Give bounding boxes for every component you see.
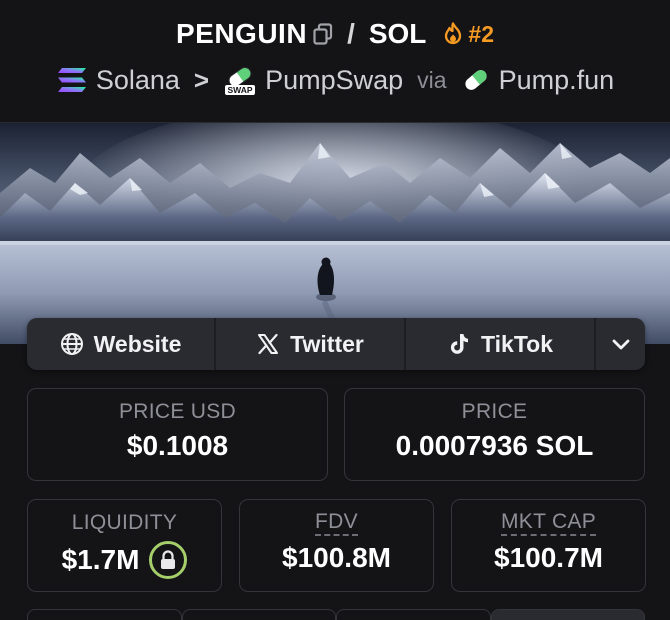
liquidity-card: LIQUIDITY $1.7M [27,499,222,592]
svg-text:SWAP: SWAP [228,85,253,95]
tiktok-icon [450,334,468,354]
pair-header: PENGUIN / SOL #2 Solana > SWAP PumpSwap … [0,0,670,122]
timeframe-tab[interactable] [181,609,336,620]
dex-name[interactable]: PumpSwap [265,65,403,96]
price-native-value: 0.0007936 SOL [395,430,594,461]
via-label: via [417,66,447,93]
price-native-label: PRICE [461,400,528,423]
trending-rank-badge[interactable]: #2 [442,21,494,48]
more-links-button[interactable] [596,318,645,370]
pair-title-row: PENGUIN / SOL #2 [0,18,670,50]
fdv-value: $100.8M [282,542,391,574]
flame-icon [445,22,462,45]
market-cap-card[interactable]: MKT CAP $100.7M [451,499,646,592]
liquidity-value: $1.7M [61,544,140,575]
price-native-card: PRICE 0.0007936 SOL [344,388,645,481]
chain-name[interactable]: Solana [96,65,180,96]
tiktok-label: TikTok [481,330,553,357]
market-cap-value: $100.7M [494,542,603,574]
fdv-card[interactable]: FDV $100.8M [239,499,434,592]
twitter-button[interactable]: Twitter [216,318,406,370]
twitter-label: Twitter [290,330,364,357]
timeframe-tab[interactable] [336,609,491,620]
website-button[interactable]: Website [27,318,216,370]
timeframe-tab[interactable] [490,609,645,620]
timeframe-tabs [27,609,645,620]
launchpad-name[interactable]: Pump.fun [499,65,615,96]
chain-dex-row: Solana > SWAP PumpSwap via Pump.fun [0,64,670,96]
token-banner-image [0,122,670,344]
breadcrumb-chevron: > [193,64,210,95]
social-links-bar: Website Twitter TikTok [27,318,645,370]
lock-icon [161,550,176,569]
trending-rank: #2 [468,20,494,47]
pair-separator: / [347,18,355,49]
website-label: Website [93,330,182,357]
solana-logo-icon [57,68,86,92]
price-usd-card: PRICE USD $0.1008 [27,388,328,481]
pumpswap-pill-icon: SWAP [223,64,257,96]
price-usd-value: $0.1008 [126,430,229,461]
quote-symbol: SOL [368,18,427,49]
x-logo-icon [258,333,279,355]
liquidity-lock-badge[interactable] [149,541,188,579]
price-usd-label: PRICE USD [118,400,237,423]
fdv-label: FDV [315,510,358,537]
copy-icon[interactable] [313,23,333,45]
chevron-down-icon [612,339,629,350]
market-cap-label: MKT CAP [500,510,597,537]
pill-icon [464,70,487,90]
liquidity-label: LIQUIDITY [71,511,178,534]
timeframe-tab[interactable] [27,609,182,620]
globe-icon [60,333,83,355]
token-symbol: PENGUIN [175,18,308,49]
tiktok-button[interactable]: TikTok [406,318,596,370]
